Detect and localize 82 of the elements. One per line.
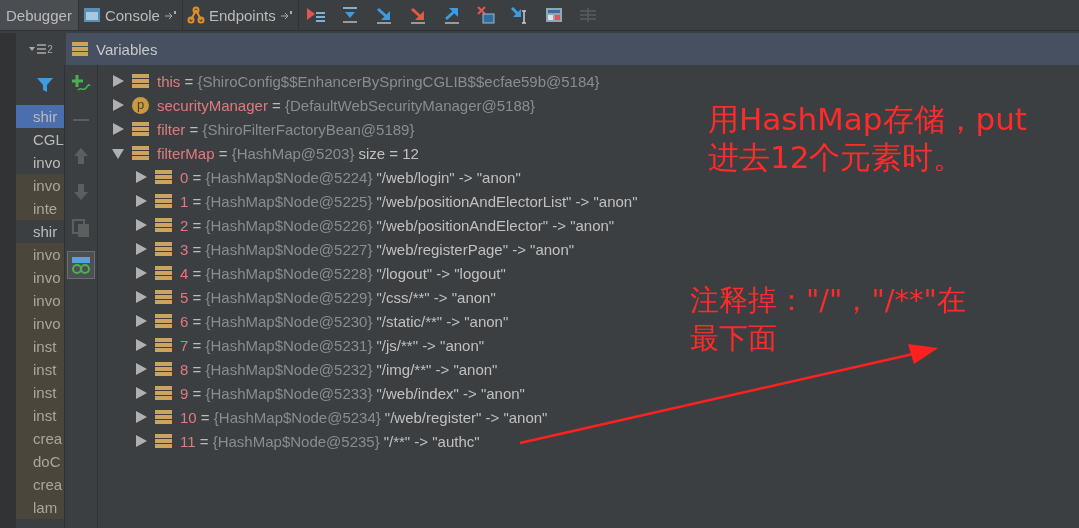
field-icon: [132, 145, 149, 161]
stack-frame[interactable]: invo: [16, 243, 64, 266]
expand-arrow-icon[interactable]: [135, 339, 147, 351]
expand-arrow-icon[interactable]: [135, 267, 147, 279]
stack-frame[interactable]: inst: [16, 381, 64, 404]
list-icon: [29, 43, 48, 55]
variable-entry: filter = {ShiroFilterFactoryBean@5189}: [157, 120, 415, 138]
stack-frame[interactable]: inte: [16, 197, 64, 220]
stack-frame[interactable]: inst: [16, 404, 64, 427]
variable-entry: 5 = {HashMap$Node@5229} "/css/**" -> "anon": [180, 288, 496, 306]
variable-entry: 6 = {HashMap$Node@5230} "/static/**" -> "anon": [180, 312, 509, 330]
tool-tab[interactable]: Console: [78, 0, 183, 30]
expand-arrow-icon[interactable]: [135, 195, 147, 207]
field-icon: [155, 361, 172, 377]
stack-frame[interactable]: inst: [16, 358, 64, 381]
stack-frame[interactable]: inst: [16, 335, 64, 358]
expand-arrow-icon[interactable]: [135, 219, 147, 231]
field-icon: [155, 265, 172, 281]
stack-frame[interactable]: invo: [16, 151, 64, 174]
field-icon: [155, 313, 172, 329]
stack-frame[interactable]: shir: [16, 105, 64, 128]
expand-arrow-icon[interactable]: [112, 147, 124, 159]
expand-arrow-icon[interactable]: [112, 123, 124, 135]
field-icon: [155, 193, 172, 209]
field-icon: [155, 289, 172, 305]
variable-entry: securityManager = {DefaultWebSecurityManager@5188}: [157, 96, 536, 114]
pin-icon: [279, 10, 294, 20]
filter-icon[interactable]: [36, 76, 54, 94]
field-icon: [155, 385, 172, 401]
field-icon: [155, 169, 172, 185]
console-icon: [82, 7, 101, 23]
expand-arrow-icon[interactable]: [135, 315, 147, 327]
stack-frame[interactable]: lam: [16, 496, 64, 519]
variable-entry: this = {ShiroConfig$$EnhancerBySpringCGLIB$$ecfae59b@5184}: [157, 72, 600, 90]
field-icon: [155, 337, 172, 353]
variable-entry: 4 = {HashMap$Node@5228} "/logout" -> "logout": [180, 264, 506, 282]
annotation-text: 用HashMap存储，put 进去12个元素时。: [708, 100, 1027, 176]
stack-frame[interactable]: crea: [16, 473, 64, 496]
expand-arrow-icon[interactable]: [135, 387, 147, 399]
expand-arrow-icon[interactable]: [112, 99, 124, 111]
property-icon: p: [132, 96, 149, 114]
pin-icon: [163, 10, 178, 20]
stack-frame[interactable]: invo: [16, 174, 64, 197]
glasses-icon[interactable]: [67, 251, 95, 279]
expand-arrow-icon[interactable]: [135, 435, 147, 447]
stack-frame[interactable]: invo: [16, 289, 64, 312]
tool-tab[interactable]: Debugger: [0, 0, 79, 30]
field-icon: [155, 409, 172, 425]
variable-entry: 7 = {HashMap$Node@5231} "/js/**" -> "anon": [180, 336, 485, 354]
expand-arrow-icon[interactable]: [135, 291, 147, 303]
stack-frame[interactable]: invo: [16, 266, 64, 289]
stack-frame[interactable]: CGL: [16, 128, 64, 151]
variable-entry: 3 = {HashMap$Node@5227} "/web/registerPage" -> "anon": [180, 240, 575, 258]
tool-tab[interactable]: Endpoints: [182, 0, 299, 30]
variable-entry: filterMap = {HashMap@5203} size = 12: [157, 144, 419, 162]
stack-frame[interactable]: doC: [16, 450, 64, 473]
field-icon: [132, 73, 149, 89]
expand-arrow-icon[interactable]: [135, 171, 147, 183]
arrow-icon[interactable]: [304, 5, 327, 25]
field-icon: [132, 121, 149, 137]
panel-title: Variables: [96, 40, 158, 58]
variable-entry: 10 = {HashMap$Node@5234} "/web/register" -> "anon": [180, 408, 548, 426]
expand-arrow-icon[interactable]: [135, 243, 147, 255]
cross-icon[interactable]: [474, 5, 497, 25]
stack-frame[interactable]: crea: [16, 427, 64, 450]
stack-icon: [72, 41, 88, 57]
stack-frame[interactable]: shir: [16, 220, 64, 243]
expand-arrow-icon[interactable]: [112, 75, 124, 87]
variable-entry: 8 = {HashMap$Node@5232} "/img/**" -> "anon": [180, 360, 498, 378]
annotation-text: 注释掉："/"，"/**"在 最下面: [690, 282, 966, 357]
variable-entry: 2 = {HashMap$Node@5226} "/web/positionAndElector" -> "anon": [180, 216, 615, 234]
field-icon: [155, 217, 172, 233]
expand-arrow-icon[interactable]: [135, 363, 147, 375]
variable-entry: 11 = {HashMap$Node@5235} "/**" -> "authc": [180, 432, 480, 450]
variable-entry: 0 = {HashMap$Node@5224} "/web/login" -> "anon": [180, 168, 521, 186]
variable-entry: 9 = {HashMap$Node@5233} "/web/index" -> "anon": [180, 384, 525, 402]
field-icon: [155, 433, 172, 449]
field-icon: [155, 241, 172, 257]
stack-frame[interactable]: invo: [16, 312, 64, 335]
network-nodes-icon: [186, 6, 205, 24]
variable-entry: 1 = {HashMap$Node@5225} "/web/positionAndElectorList" -> "anon": [180, 192, 638, 210]
expand-arrow-icon[interactable]: [135, 411, 147, 423]
